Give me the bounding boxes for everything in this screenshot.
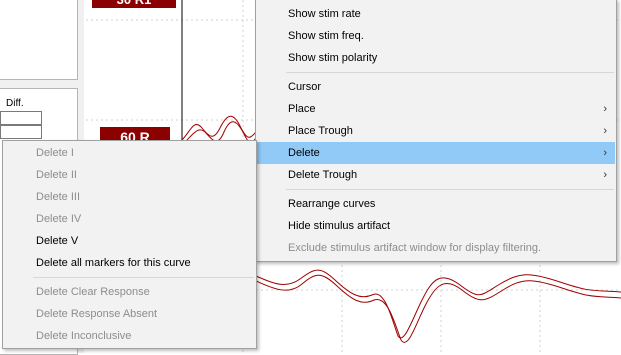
- menu-item-label: Place Trough: [288, 125, 353, 137]
- menu-separator: [33, 277, 254, 278]
- submenu-item-delete-i[interactable]: Delete I: [4, 142, 255, 164]
- menu-item-exclude-stimulus-artifact[interactable]: Exclude stimulus artifact window for dis…: [257, 237, 615, 259]
- menu-separator: [286, 189, 614, 190]
- menu-item-label: Show stim polarity: [288, 52, 378, 64]
- menu-item-label: Cursor: [288, 81, 322, 93]
- menu-item-cursor[interactable]: Cursor: [257, 76, 615, 98]
- submenu-item-delete-iv[interactable]: Delete IV: [4, 208, 255, 230]
- submenu-item-delete-ii[interactable]: Delete II: [4, 164, 255, 186]
- submenu-item-label: Delete III: [36, 191, 81, 203]
- submenu-item-label: Delete V: [36, 235, 79, 247]
- menu-item-label: Show stim freq.: [288, 30, 364, 42]
- chevron-right-icon: ›: [603, 103, 607, 115]
- submenu-item-label: Delete Inconclusive: [36, 330, 132, 342]
- submenu-item-delete-response-absent[interactable]: Delete Response Absent: [4, 303, 255, 325]
- submenu-item-label: Delete Response Absent: [36, 308, 158, 320]
- submenu-item-label: Delete IV: [36, 213, 82, 225]
- menu-item-rearrange-curves[interactable]: Rearrange curves: [257, 193, 615, 215]
- menu-item-label: Hide stimulus artifact: [288, 220, 391, 232]
- chevron-right-icon: ›: [603, 147, 607, 159]
- menu-item-delete-trough[interactable]: Delete Trough ›: [257, 164, 615, 186]
- chevron-right-icon: ›: [603, 169, 607, 181]
- menu-item-show-stim-rate[interactable]: Show stim rate: [257, 3, 615, 25]
- submenu-item-delete-clear-response[interactable]: Delete Clear Response: [4, 281, 255, 303]
- menu-item-show-stim-freq[interactable]: Show stim freq.: [257, 25, 615, 47]
- delete-submenu: Delete I Delete II Delete III Delete IV …: [2, 140, 257, 349]
- menu-item-show-stim-polarity[interactable]: Show stim polarity: [257, 47, 615, 69]
- submenu-item-label: Delete Clear Response: [36, 286, 150, 298]
- submenu-item-delete-inconclusive[interactable]: Delete Inconclusive: [4, 325, 255, 347]
- menu-item-label: Delete Trough: [288, 169, 358, 181]
- menu-item-label: Show stim rate: [288, 8, 361, 20]
- menu-item-label: Rearrange curves: [288, 198, 376, 210]
- submenu-item-label: Delete II: [36, 169, 77, 181]
- menu-item-delete[interactable]: Delete ›: [257, 142, 615, 164]
- curve-tag-30[interactable]: 30 R1: [92, 0, 176, 8]
- submenu-item-label: Delete all markers for this curve: [36, 257, 191, 269]
- menu-item-place[interactable]: Place ›: [257, 98, 615, 120]
- chevron-right-icon: ›: [603, 125, 607, 137]
- menu-item-label: Delete: [288, 147, 320, 159]
- menu-item-label: Place: [288, 103, 316, 115]
- menu-separator: [286, 72, 614, 73]
- menu-item-place-trough[interactable]: Place Trough ›: [257, 120, 615, 142]
- submenu-item-delete-all-markers[interactable]: Delete all markers for this curve: [4, 252, 255, 274]
- menu-item-label: Exclude stimulus artifact window for dis…: [288, 242, 542, 254]
- submenu-item-label: Delete I: [36, 147, 74, 159]
- submenu-item-delete-v[interactable]: Delete V: [4, 230, 255, 252]
- menu-item-hide-stimulus-artifact[interactable]: Hide stimulus artifact: [257, 215, 615, 237]
- context-menu: Show stim rate Show stim freq. Show stim…: [255, 0, 617, 262]
- submenu-item-delete-iii[interactable]: Delete III: [4, 186, 255, 208]
